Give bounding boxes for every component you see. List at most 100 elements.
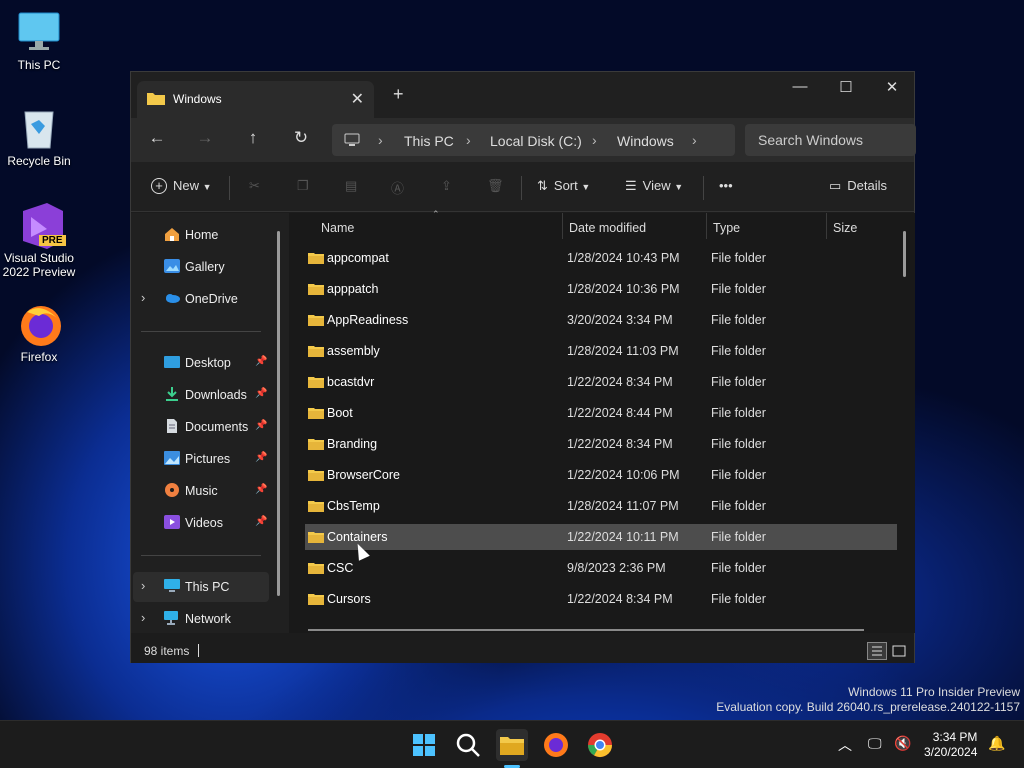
delete-icon[interactable]: 🗑 xyxy=(487,178,504,194)
sort-icon: ⇅ xyxy=(537,178,548,193)
notification-bell-icon[interactable]: 🔔 xyxy=(988,735,1005,752)
file-type: File folder xyxy=(711,499,766,513)
breadcrumb-windows[interactable]: Windows xyxy=(617,133,674,149)
breadcrumb-local-disk[interactable]: Local Disk (C:) xyxy=(490,133,582,149)
rename-icon[interactable]: Ⓐ xyxy=(391,178,404,197)
file-type: File folder xyxy=(711,468,766,482)
taskbar-firefox[interactable] xyxy=(540,729,572,761)
nav-item-pictures[interactable]: Pictures 📌 xyxy=(133,444,269,474)
file-row[interactable]: AppReadiness 3/20/2024 3:34 PM File folder xyxy=(305,307,897,333)
close-tab-icon[interactable]: ✕ xyxy=(351,89,364,109)
column-divider[interactable] xyxy=(706,213,707,239)
column-header-type[interactable]: Type xyxy=(713,221,740,235)
folder-icon xyxy=(308,501,324,512)
volume-muted-icon[interactable]: 🔇 xyxy=(894,735,911,752)
file-row[interactable]: apppatch 1/28/2024 10:36 PM File folder xyxy=(305,276,897,302)
toolbar-divider xyxy=(229,176,230,200)
file-row[interactable]: CbsTemp 1/28/2024 11:07 PM File folder xyxy=(305,493,897,519)
nav-item-music[interactable]: Music 📌 xyxy=(133,476,269,506)
file-row[interactable]: assembly 1/28/2024 11:03 PM File folder xyxy=(305,338,897,364)
more-options-button[interactable]: ••• xyxy=(719,178,733,193)
network-status-icon[interactable]: 🖵 xyxy=(868,735,882,752)
toolbar-divider xyxy=(521,176,522,200)
paste-icon[interactable]: ▤ xyxy=(345,178,357,194)
column-divider[interactable] xyxy=(826,213,827,239)
taskbar-file-explorer[interactable] xyxy=(496,729,528,768)
file-row[interactable]: CSC 9/8/2023 2:36 PM File folder xyxy=(305,555,897,581)
file-row[interactable]: Containers 1/22/2024 10:11 PM File folder xyxy=(305,524,897,550)
tab-windows[interactable]: Windows ✕ xyxy=(137,81,374,118)
nav-item-downloads[interactable]: Downloads 📌 xyxy=(133,380,269,410)
file-row[interactable]: Cursors 1/22/2024 8:34 PM File folder xyxy=(305,586,897,612)
nav-item-onedrive[interactable]: › OneDrive xyxy=(133,284,269,314)
new-button[interactable]: + New ▼ xyxy=(151,178,212,194)
breadcrumb-chevron-icon[interactable]: › xyxy=(466,132,471,148)
search-button[interactable] xyxy=(452,729,484,761)
nav-item-videos[interactable]: Videos 📌 xyxy=(133,508,269,538)
chevron-right-icon[interactable]: › xyxy=(141,290,145,305)
vertical-scrollbar[interactable] xyxy=(903,231,906,277)
column-header-name[interactable]: Name xyxy=(321,221,354,235)
column-divider[interactable] xyxy=(562,213,563,239)
close-window-button[interactable]: ✕ xyxy=(869,78,915,96)
desktop-icon-this-pc[interactable]: This PC xyxy=(0,10,78,72)
breadcrumb-chevron-icon[interactable]: › xyxy=(378,132,383,148)
nav-item-desktop[interactable]: Desktop 📌 xyxy=(133,348,269,378)
desktop-icon-recycle-bin[interactable]: Recycle Bin xyxy=(0,106,78,168)
nav-item-gallery[interactable]: Gallery xyxy=(133,252,269,282)
folder-icon xyxy=(308,594,324,605)
breadcrumb-chevron-icon[interactable]: › xyxy=(692,132,697,148)
nav-item-documents[interactable]: Documents 📌 xyxy=(133,412,269,442)
search-input[interactable]: Search Windows xyxy=(745,124,916,156)
maximize-button[interactable]: ☐ xyxy=(823,78,869,96)
nav-label: Gallery xyxy=(185,260,225,274)
horizontal-scrollbar[interactable] xyxy=(308,629,864,631)
column-header-size[interactable]: Size xyxy=(833,221,857,235)
nav-scrollbar[interactable] xyxy=(277,231,280,596)
chevron-right-icon[interactable]: › xyxy=(141,610,145,625)
file-row[interactable]: Branding 1/22/2024 8:34 PM File folder xyxy=(305,431,897,457)
file-row[interactable]: bcastdvr 1/22/2024 8:34 PM File folder xyxy=(305,369,897,395)
sort-button[interactable]: ⇅ Sort ▼ xyxy=(537,178,590,194)
pin-icon: 📌 xyxy=(255,388,268,399)
desktop-icon-visual-studio[interactable]: PRE Visual Studio 2022 Preview xyxy=(0,203,78,279)
file-type: File folder xyxy=(711,282,766,296)
back-arrow-icon[interactable]: ← xyxy=(143,128,171,152)
nav-item-network[interactable]: › Network xyxy=(133,604,269,634)
nav-item-this-pc[interactable]: › This PC xyxy=(133,572,269,602)
up-arrow-icon[interactable]: ↑ xyxy=(239,128,267,152)
address-bar[interactable]: › This PC › Local Disk (C:) › Windows › xyxy=(332,124,735,156)
column-header-date-modified[interactable]: Date modified xyxy=(569,221,646,235)
sort-label: Sort xyxy=(553,178,578,193)
show-hidden-icons-chevron-icon[interactable]: ︿ xyxy=(838,735,852,755)
file-row[interactable]: Boot 1/22/2024 8:44 PM File folder xyxy=(305,400,897,426)
tiles-view-icon[interactable] xyxy=(889,642,909,660)
nav-item-home[interactable]: Home xyxy=(133,220,269,250)
computer-icon xyxy=(164,579,180,592)
taskbar-chrome[interactable] xyxy=(584,729,616,761)
minimize-button[interactable]: — xyxy=(777,78,823,95)
refresh-icon[interactable]: ↻ xyxy=(287,128,315,152)
share-icon[interactable]: ⇪ xyxy=(441,178,452,194)
desktop-icon-firefox[interactable]: Firefox xyxy=(0,302,78,364)
file-type: File folder xyxy=(711,561,766,575)
forward-arrow-icon[interactable]: → xyxy=(191,128,219,152)
chevron-right-icon[interactable]: › xyxy=(141,578,145,593)
copy-icon[interactable]: ❐ xyxy=(297,178,309,194)
system-clock[interactable]: 3:34 PM 3/20/2024 xyxy=(924,730,977,760)
details-button[interactable]: ▭ Details xyxy=(829,178,887,194)
watermark-line-1: Windows 11 Pro Insider Preview xyxy=(848,685,1020,699)
file-row[interactable]: BrowserCore 1/22/2024 10:06 PM File folder xyxy=(305,462,897,488)
file-date: 1/22/2024 10:06 PM xyxy=(567,468,680,482)
details-view-icon[interactable] xyxy=(867,642,887,660)
folder-icon xyxy=(308,315,324,326)
view-button[interactable]: ☰ View ▼ xyxy=(625,178,683,194)
file-name: AppReadiness xyxy=(327,313,409,327)
file-name: assembly xyxy=(327,344,380,358)
file-row[interactable]: appcompat 1/28/2024 10:43 PM File folder xyxy=(305,245,897,271)
start-button[interactable] xyxy=(408,729,440,761)
breadcrumb-this-pc[interactable]: This PC xyxy=(404,133,454,149)
cut-icon[interactable]: ✂ xyxy=(249,178,260,194)
new-tab-button[interactable]: + xyxy=(393,84,404,105)
breadcrumb-chevron-icon[interactable]: › xyxy=(592,132,597,148)
